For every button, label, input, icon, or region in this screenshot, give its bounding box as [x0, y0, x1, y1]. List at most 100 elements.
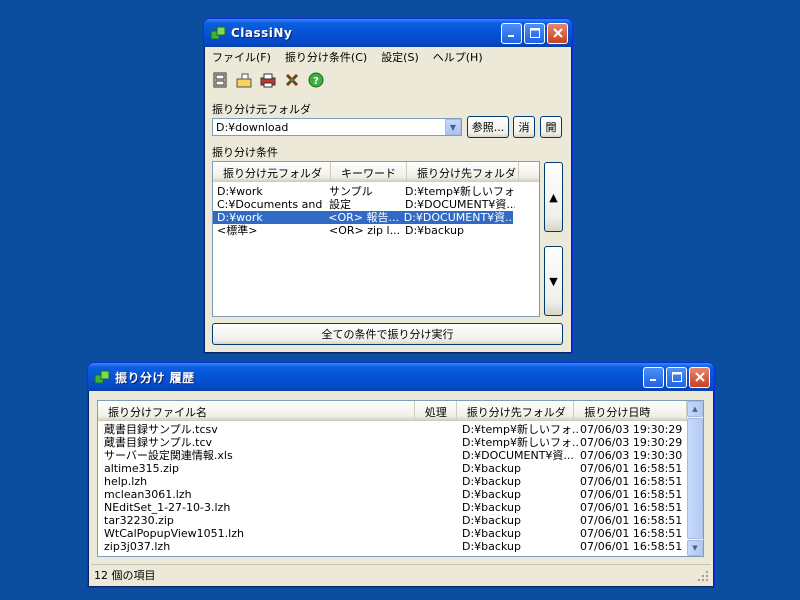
rule-keyword-cell: サンプル: [329, 185, 373, 198]
app-icon: [210, 26, 226, 40]
menu-rules[interactable]: 振り分け条件(C): [279, 47, 375, 67]
history-operation-cell: [420, 423, 460, 436]
history-filename-cell: サーバー設定関連情報.xls: [104, 449, 233, 462]
close-button[interactable]: [689, 366, 710, 388]
scroll-thumb[interactable]: [687, 418, 703, 539]
help-icon[interactable]: ?: [306, 70, 326, 90]
rule-destination-cell: D:¥DOCUMENT¥資...: [403, 211, 513, 224]
history-titlebar[interactable]: 振り分け 履歴: [88, 363, 714, 391]
rules-list-body: D:¥work サンプル D:¥temp¥新しいフォ... C:¥Documents …: [213, 182, 539, 237]
history-row[interactable]: altime315.zip D:¥backup 07/06/01 16:58:51: [98, 462, 703, 475]
history-operation-cell: [420, 540, 460, 553]
history-list-body: 蔵書目録サンプル.tcsv D:¥temp¥新しいフォ... 07/06/03 19…: [98, 421, 703, 553]
close-icon: [694, 372, 705, 382]
history-row[interactable]: NEditSet_1-27-10-3.lzh D:¥backup 07/06/01 …: [98, 501, 703, 514]
run-all-button[interactable]: 全ての条件で振り分け実行: [212, 323, 563, 345]
source-folder-combo[interactable]: D:¥download ▼: [212, 118, 462, 136]
history-filename-cell: 蔵書目録サンプル.tcv: [104, 436, 213, 449]
column-header-filename[interactable]: 振り分けファイル名: [98, 401, 415, 420]
history-row[interactable]: mclean3061.lzh D:¥backup 07/06/01 16:58:51: [98, 488, 703, 501]
minimize-icon: [649, 379, 656, 381]
minimize-button[interactable]: [501, 22, 522, 44]
rename-icon[interactable]: [234, 70, 254, 90]
history-row[interactable]: help.lzh D:¥backup 07/06/01 16:58:51: [98, 475, 703, 488]
tools-icon[interactable]: [282, 70, 302, 90]
history-operation-cell: [420, 514, 460, 527]
history-datetime-cell: 07/06/03 19:30:29: [580, 436, 683, 449]
history-row[interactable]: WtCalPopupView1051.lzh D:¥backup 07/06/01 …: [98, 527, 703, 540]
column-header-operation[interactable]: 処理: [415, 401, 457, 420]
history-row[interactable]: zip3j037.lzh D:¥backup 07/06/01 16:58:51: [98, 540, 703, 553]
rule-row[interactable]: <標準> <OR> zip l... D:¥backup: [213, 224, 539, 237]
rule-source-cell: D:¥work: [217, 185, 263, 198]
rule-source-cell: <標準>: [217, 224, 258, 237]
history-row[interactable]: tar32230.zip D:¥backup 07/06/01 16:58:51: [98, 514, 703, 527]
menu-file[interactable]: ファイル(F): [206, 47, 279, 67]
menu-help[interactable]: ヘルプ(H): [427, 47, 491, 67]
history-window: 振り分け 履歴 振り分けファイル名 処理 振り分け先フォルダ 振り分け日時 蔵書…: [87, 362, 715, 588]
rule-row[interactable]: D:¥work サンプル D:¥temp¥新しいフォ...: [213, 185, 539, 198]
rule-keyword-cell: <OR> 報告...: [328, 211, 399, 224]
scroll-down-button[interactable]: ▼: [687, 540, 703, 556]
rule-row[interactable]: D:¥work <OR> 報告... D:¥DOCUMENT¥資...: [213, 211, 513, 224]
history-destination-cell: D:¥backup: [462, 540, 521, 553]
rules-list[interactable]: 振り分け元フォルダ キーワード 振り分け先フォルダ D:¥work サンプル D:¥…: [212, 161, 540, 317]
column-header-datetime[interactable]: 振り分け日時: [574, 401, 687, 420]
history-filename-cell: mclean3061.lzh: [104, 488, 192, 501]
app-icon: [94, 370, 110, 384]
move-up-button[interactable]: ▲: [544, 162, 563, 232]
column-header-source[interactable]: 振り分け元フォルダ: [213, 162, 331, 181]
rule-source-cell: D:¥work: [217, 211, 263, 224]
open-button[interactable]: 開: [540, 116, 562, 138]
history-operation-cell: [420, 488, 460, 501]
cabinet-icon[interactable]: [210, 70, 230, 90]
history-filename-cell: tar32230.zip: [104, 514, 174, 527]
maximize-button[interactable]: [666, 366, 687, 388]
printer-icon[interactable]: [258, 70, 278, 90]
main-titlebar[interactable]: ClassiNy: [204, 19, 572, 47]
history-filename-cell: altime315.zip: [104, 462, 179, 475]
rule-destination-cell: D:¥temp¥新しいフォ...: [405, 185, 515, 198]
move-down-button[interactable]: ▼: [544, 246, 563, 316]
history-filename-cell: WtCalPopupView1051.lzh: [104, 527, 244, 540]
browse-button[interactable]: 参照...: [467, 116, 509, 138]
history-list[interactable]: 振り分けファイル名 処理 振り分け先フォルダ 振り分け日時 蔵書目録サンプル.t…: [97, 400, 704, 557]
history-destination-cell: D:¥backup: [462, 501, 521, 514]
history-window-title: 振り分け 履歴: [115, 370, 195, 385]
maximize-icon: [529, 28, 540, 38]
scroll-up-button[interactable]: ▲: [687, 401, 703, 417]
history-destination-cell: D:¥backup: [462, 462, 521, 475]
maximize-button[interactable]: [524, 22, 545, 44]
history-destination-cell: D:¥temp¥新しいフォ...: [462, 423, 578, 436]
clear-button[interactable]: 消: [513, 116, 535, 138]
close-button[interactable]: [547, 22, 568, 44]
history-destination-cell: D:¥backup: [462, 514, 521, 527]
history-filename-cell: zip3j037.lzh: [104, 540, 171, 553]
status-bar: 12 個の項目: [91, 564, 711, 584]
history-operation-cell: [420, 449, 460, 462]
history-row[interactable]: 蔵書目録サンプル.tcv D:¥temp¥新しいフォ... 07/06/03 19:…: [98, 436, 703, 449]
history-datetime-cell: 07/06/03 19:30:30: [580, 449, 683, 462]
resize-grip-icon[interactable]: [697, 570, 709, 582]
column-header-destination[interactable]: 振り分け先フォルダ: [407, 162, 519, 181]
column-header-keyword[interactable]: キーワード: [331, 162, 407, 181]
history-operation-cell: [420, 436, 460, 449]
rule-row[interactable]: C:¥Documents and ... 設定 D:¥DOCUMENT¥資...: [213, 198, 539, 211]
arrow-down-icon: ▼: [549, 274, 558, 288]
chevron-down-icon[interactable]: ▼: [445, 119, 461, 135]
history-datetime-cell: 07/06/03 19:30:29: [580, 423, 683, 436]
history-list-header: 振り分けファイル名 処理 振り分け先フォルダ 振り分け日時: [98, 401, 687, 421]
history-datetime-cell: 07/06/01 16:58:51: [580, 462, 683, 475]
history-row[interactable]: 蔵書目録サンプル.tcsv D:¥temp¥新しいフォ... 07/06/03 19…: [98, 423, 703, 436]
history-destination-cell: D:¥temp¥新しいフォ...: [462, 436, 578, 449]
source-folder-value: D:¥download: [216, 120, 289, 134]
menu-bar: ファイル(F) 振り分け条件(C) 設定(S) ヘルプ(H): [204, 47, 572, 67]
column-header-destination[interactable]: 振り分け先フォルダ: [457, 401, 575, 420]
arrow-up-icon: ▲: [549, 190, 558, 204]
menu-settings[interactable]: 設定(S): [375, 47, 427, 67]
minimize-button[interactable]: [643, 366, 664, 388]
rule-destination-cell: D:¥DOCUMENT¥資...: [405, 198, 515, 211]
history-scrollbar[interactable]: ▲ ▼: [687, 401, 703, 556]
history-row[interactable]: サーバー設定関連情報.xls D:¥DOCUMENT¥資... 07/06/03 1…: [98, 449, 703, 462]
svg-text:?: ?: [313, 76, 319, 87]
